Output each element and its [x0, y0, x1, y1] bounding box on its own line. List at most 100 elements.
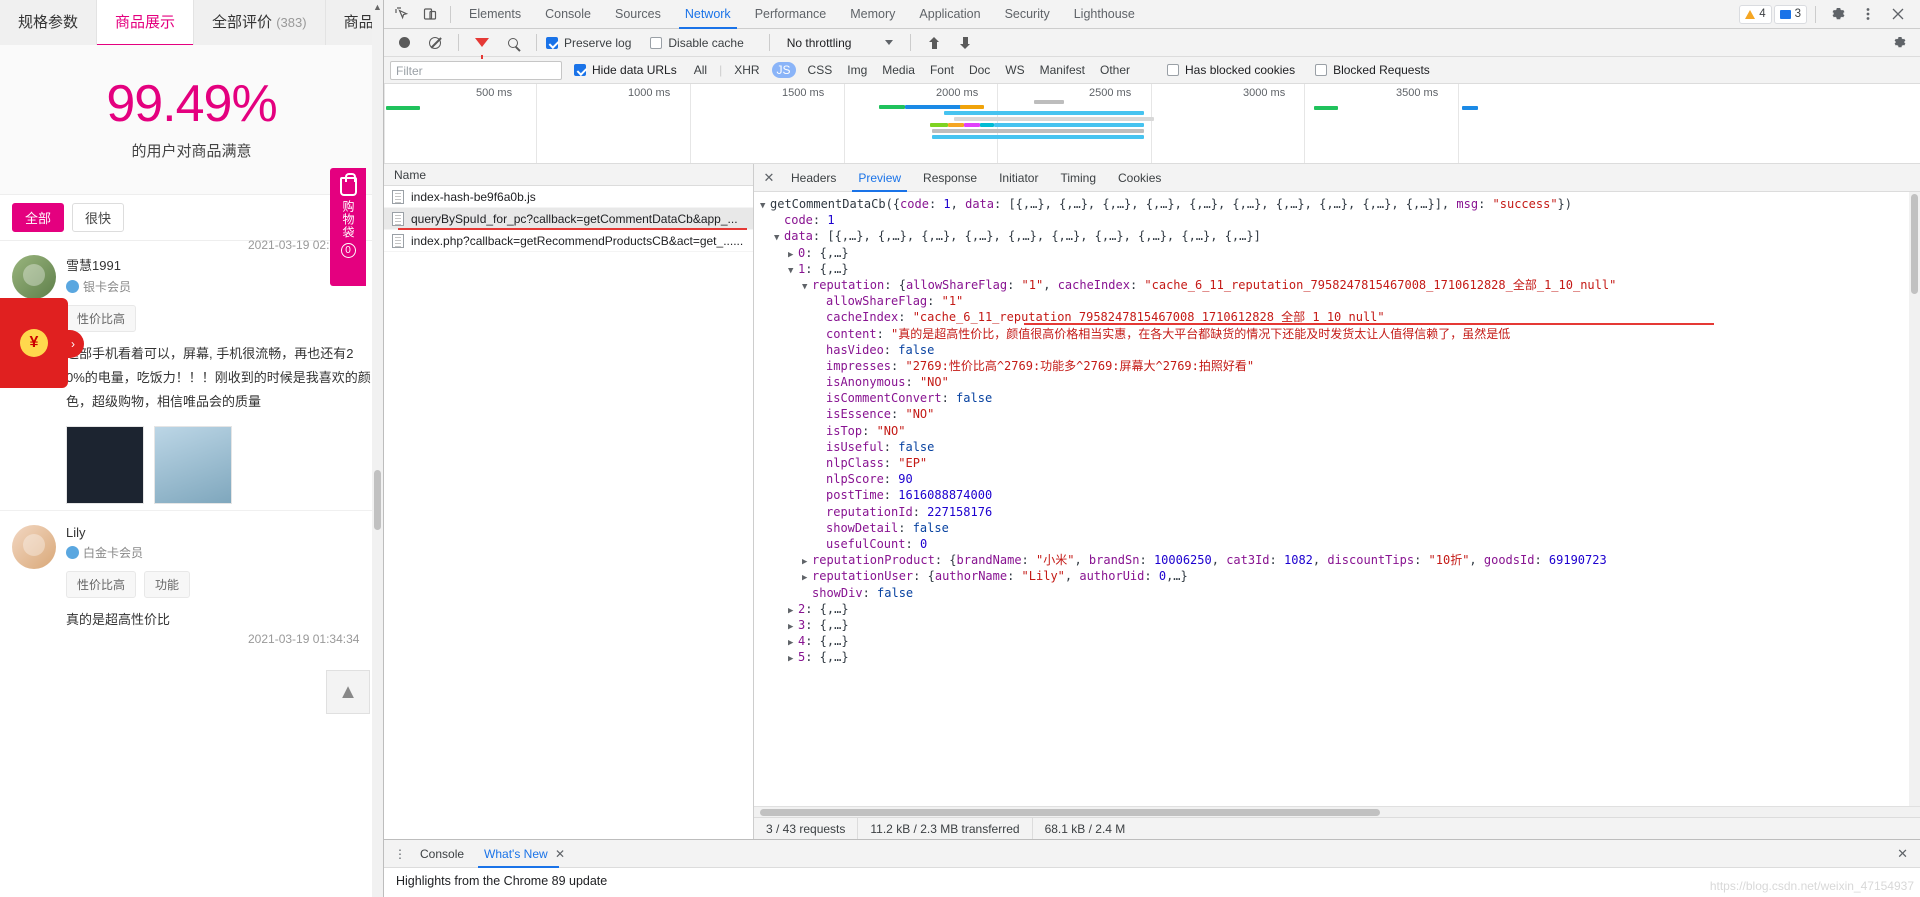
drawer-more-icon[interactable]: ⋮: [390, 847, 410, 861]
json-line[interactable]: postTime: 1616088874000: [754, 487, 1920, 503]
json-line[interactable]: 1: {,…}: [754, 261, 1920, 277]
export-har-button[interactable]: [951, 30, 979, 55]
tab-security[interactable]: Security: [993, 0, 1062, 29]
drawer-tab-console[interactable]: Console: [410, 840, 474, 868]
json-line[interactable]: reputation: {allowShareFlag: "1", cacheI…: [754, 277, 1920, 293]
close-drawer-icon[interactable]: ✕: [1897, 846, 1914, 862]
json-line[interactable]: isCommentConvert: false: [754, 390, 1920, 406]
json-line[interactable]: 4: {,…}: [754, 633, 1920, 649]
review-image-thumb[interactable]: [154, 426, 232, 504]
import-har-button[interactable]: [920, 30, 948, 55]
chip-all[interactable]: 全部: [12, 203, 65, 232]
filter-input[interactable]: Filter: [390, 60, 562, 80]
tab-timing[interactable]: Timing: [1049, 164, 1107, 192]
tab-application[interactable]: Application: [907, 0, 992, 29]
tab-sources[interactable]: Sources: [603, 0, 673, 29]
json-line[interactable]: reputationId: 227158176: [754, 504, 1920, 520]
tab-memory[interactable]: Memory: [838, 0, 907, 29]
json-line[interactable]: 0: {,…}: [754, 245, 1920, 261]
json-line[interactable]: reputationUser: {authorName: "Lily", aut…: [754, 568, 1920, 584]
back-to-top-button[interactable]: ▲: [326, 670, 370, 714]
filter-type-css[interactable]: CSS: [805, 62, 836, 78]
device-toolbar-icon[interactable]: [416, 2, 444, 27]
disclosure-triangle-icon[interactable]: [788, 263, 798, 279]
json-line[interactable]: isAnonymous: "NO": [754, 374, 1920, 390]
json-line[interactable]: usefulCount: 0: [754, 536, 1920, 552]
filter-type-ws[interactable]: WS: [1002, 62, 1027, 78]
filter-type-xhr[interactable]: XHR: [731, 62, 762, 78]
json-line[interactable]: content: "真的是超高性价比，颜值很高价格相当实惠，在各大平台都缺货的情…: [754, 326, 1920, 342]
record-button[interactable]: [390, 30, 418, 55]
throttling-select[interactable]: No throttling: [787, 36, 894, 50]
table-row[interactable]: index.php?callback=getRecommendProductsC…: [384, 230, 753, 252]
coupon-envelope[interactable]: ¥: [0, 298, 68, 388]
tab-all-reviews[interactable]: 全部评价 (383): [194, 0, 326, 45]
tab-lighthouse[interactable]: Lighthouse: [1062, 0, 1147, 29]
disclosure-triangle-icon[interactable]: [802, 279, 812, 295]
filter-type-font[interactable]: Font: [927, 62, 957, 78]
network-settings-button[interactable]: [1886, 30, 1914, 55]
filter-button[interactable]: [468, 30, 496, 59]
tab-initiator[interactable]: Initiator: [988, 164, 1049, 192]
json-line[interactable]: isTop: "NO": [754, 423, 1920, 439]
settings-gear-icon[interactable]: [1824, 2, 1852, 27]
scrollbar-thumb[interactable]: [760, 809, 1380, 816]
json-line[interactable]: nlpClass: "EP": [754, 455, 1920, 471]
json-line[interactable]: reputationProduct: {brandName: "小米", bra…: [754, 552, 1920, 568]
tab-preview[interactable]: Preview: [847, 164, 912, 192]
tab-elements[interactable]: Elements: [457, 0, 533, 29]
filter-type-all[interactable]: All: [691, 62, 710, 78]
close-detail-icon[interactable]: ✕: [758, 170, 780, 186]
tab-cookies[interactable]: Cookies: [1107, 164, 1172, 192]
tab-network[interactable]: Network: [673, 0, 743, 29]
hide-data-urls-checkbox[interactable]: Hide data URLs: [574, 63, 677, 77]
clear-button[interactable]: [421, 30, 449, 55]
table-row[interactable]: index-hash-be9f6a0b.js: [384, 186, 753, 208]
scrollbar-thumb[interactable]: [1911, 194, 1918, 294]
review-image-thumb[interactable]: [66, 426, 144, 504]
tab-headers[interactable]: Headers: [780, 164, 847, 192]
json-line[interactable]: allowShareFlag: "1": [754, 293, 1920, 309]
request-column-header[interactable]: Name: [384, 164, 753, 186]
inspect-element-icon[interactable]: [388, 2, 416, 27]
filter-type-img[interactable]: Img: [844, 62, 870, 78]
filter-type-other[interactable]: Other: [1097, 62, 1133, 78]
preserve-log-checkbox[interactable]: Preserve log: [546, 36, 631, 50]
json-line[interactable]: isEssence: "NO": [754, 406, 1920, 422]
scroll-up-arrow-icon[interactable]: ▲: [373, 2, 382, 12]
json-line[interactable]: data: [{,…}, {,…}, {,…}, {,…}, {,…}, {,……: [754, 228, 1920, 244]
disclosure-triangle-icon[interactable]: [788, 651, 798, 667]
tab-response[interactable]: Response: [912, 164, 988, 192]
json-line[interactable]: 5: {,…}: [754, 649, 1920, 665]
disclosure-triangle-icon[interactable]: [760, 198, 770, 214]
chip-fast[interactable]: 很快: [72, 203, 125, 232]
json-line[interactable]: nlpScore: 90: [754, 471, 1920, 487]
filter-type-media[interactable]: Media: [879, 62, 918, 78]
shopping-bag-button[interactable]: 购物袋 0: [330, 168, 366, 286]
has-blocked-cookies-checkbox[interactable]: Has blocked cookies: [1167, 63, 1295, 77]
json-line[interactable]: 2: {,…}: [754, 601, 1920, 617]
network-overview-timeline[interactable]: 500 ms 1000 ms 1500 ms 2000 ms 2500 ms 3…: [384, 84, 1920, 164]
disable-cache-checkbox[interactable]: Disable cache: [650, 36, 744, 50]
json-line[interactable]: 3: {,…}: [754, 617, 1920, 633]
message-count-badge[interactable]: 3: [1773, 4, 1807, 24]
review-tag[interactable]: 性价比高: [66, 305, 137, 332]
tab-performance[interactable]: Performance: [743, 0, 839, 29]
json-line[interactable]: getCommentDataCb({code: 1, data: [{,…}, …: [754, 196, 1920, 212]
review-tag[interactable]: 功能: [144, 571, 191, 598]
json-line[interactable]: showDiv: false: [754, 585, 1920, 601]
scrollbar-thumb[interactable]: [374, 470, 381, 530]
json-horizontal-scrollbar[interactable]: [754, 806, 1920, 817]
json-line[interactable]: hasVideo: false: [754, 342, 1920, 358]
json-line[interactable]: isUseful: false: [754, 439, 1920, 455]
filter-type-js[interactable]: JS: [771, 62, 796, 78]
json-preview-tree[interactable]: getCommentDataCb({code: 1, data: [{,…}, …: [754, 192, 1920, 817]
search-button[interactable]: [499, 30, 527, 55]
tab-product-display[interactable]: 商品展示: [97, 0, 195, 47]
filter-type-doc[interactable]: Doc: [966, 62, 993, 78]
json-line[interactable]: code: 1: [754, 212, 1920, 228]
close-icon[interactable]: ✕: [555, 847, 565, 861]
blocked-requests-checkbox[interactable]: Blocked Requests: [1315, 63, 1430, 77]
json-line[interactable]: impresses: "2769:性价比高^2769:功能多^2769:屏幕大^…: [754, 358, 1920, 374]
tab-specs[interactable]: 规格参数: [0, 0, 98, 45]
